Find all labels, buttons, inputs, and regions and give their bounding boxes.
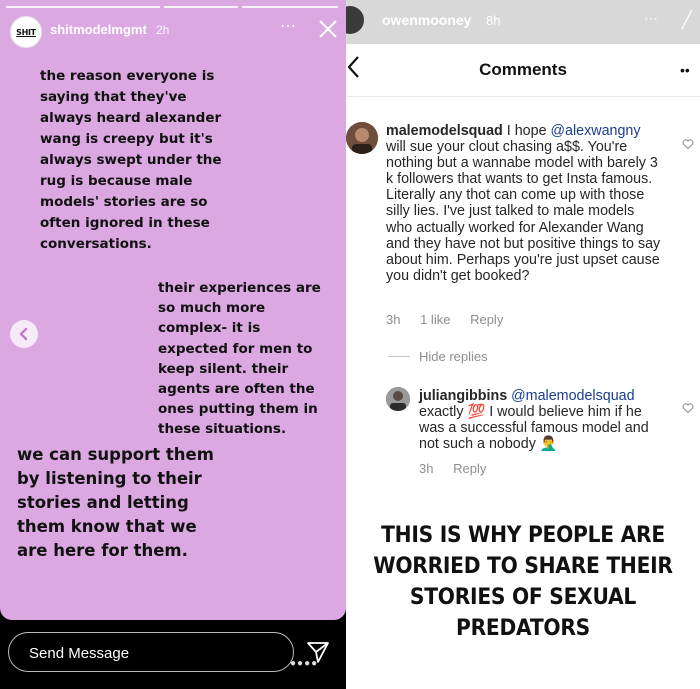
progress-segment [164,6,238,8]
chevron-left-icon [19,327,28,341]
person-photo-icon [386,387,410,411]
story-card: SHIT shitmodelmgmt 2h ⋯ the reason every… [0,0,346,620]
story-progress-bar [6,6,338,8]
story-text-paragraph-3: we can support them by listening to thei… [17,445,214,560]
comment-time: 3h [386,312,401,327]
comment-meta: 3h 1 like Reply [386,312,519,327]
comment-body-start: I hope [506,123,547,139]
avatar-logo-text: SHIT [16,27,36,37]
comments-panel: owenmooney 8h ⋯ ╱ Comments •• malemodels… [346,0,700,689]
commenter-avatar[interactable] [386,387,410,411]
more-options-icon[interactable]: ⋯ [644,10,659,27]
page-dots-indicator: ●●●● [290,658,319,669]
comment-text: malemodelsquad I hope @alexwangny will s… [386,123,664,284]
comment-time: 3h [419,461,434,476]
avatar[interactable] [346,6,364,34]
story-text-paragraph-2: their experiences are so much more compl… [158,280,321,438]
comment-like-count[interactable]: 1 like [420,312,450,327]
comment-meta: 3h Reply [419,461,502,476]
more-options-icon[interactable]: ⋯ [280,16,297,36]
story-panel: SHIT shitmodelmgmt 2h ⋯ the reason every… [0,0,346,689]
more-options-icon[interactable]: •• [680,62,690,78]
avatar[interactable]: SHIT [10,16,42,48]
previous-story-button[interactable] [10,320,38,348]
send-message-field[interactable] [8,632,294,672]
progress-segment [6,6,160,8]
comment-username[interactable]: juliangibbins [419,388,507,404]
reply-button[interactable]: Reply [453,461,486,476]
commenter-avatar[interactable] [346,122,378,154]
comment-mention-link[interactable]: @malemodelsquad [511,388,634,404]
close-icon[interactable]: ╱ [682,10,692,30]
story-timestamp: 8h [486,13,501,28]
comments-nav-bar: Comments •• [346,44,700,97]
story-username[interactable]: shitmodelmgmt [50,22,147,37]
story-text-paragraph-1: the reason everyone is saying that they'… [40,68,222,252]
comment-body: will sue your clout chasing a$$. You're … [386,139,661,284]
story-timestamp: 2h [156,23,170,37]
message-input[interactable] [27,641,271,665]
reply-button[interactable]: Reply [470,312,503,327]
story-username[interactable]: owenmooney [382,12,471,28]
comment-username[interactable]: malemodelsquad [386,123,503,139]
story-header-strip: owenmooney 8h ⋯ ╱ [346,0,700,44]
progress-segment [242,6,338,8]
story-header: SHIT shitmodelmgmt 2h ⋯ [8,14,341,48]
page-title: Comments [479,60,567,79]
divider-line [388,356,410,357]
reply-text: juliangibbins @malemodelsquad exactly 💯 … [419,388,664,452]
overlay-caption: THIS IS WHY PEOPLE ARE WORRIED TO SHARE … [373,522,673,641]
heart-icon[interactable] [682,138,694,150]
comment-body: exactly 💯 I would believe him if he was … [419,404,649,453]
comment-mention-link[interactable]: @alexwangny [551,123,641,139]
heart-icon[interactable] [682,402,694,414]
person-photo-icon [346,122,378,154]
hide-replies-button[interactable]: Hide replies [419,349,488,364]
close-icon[interactable] [315,16,341,42]
